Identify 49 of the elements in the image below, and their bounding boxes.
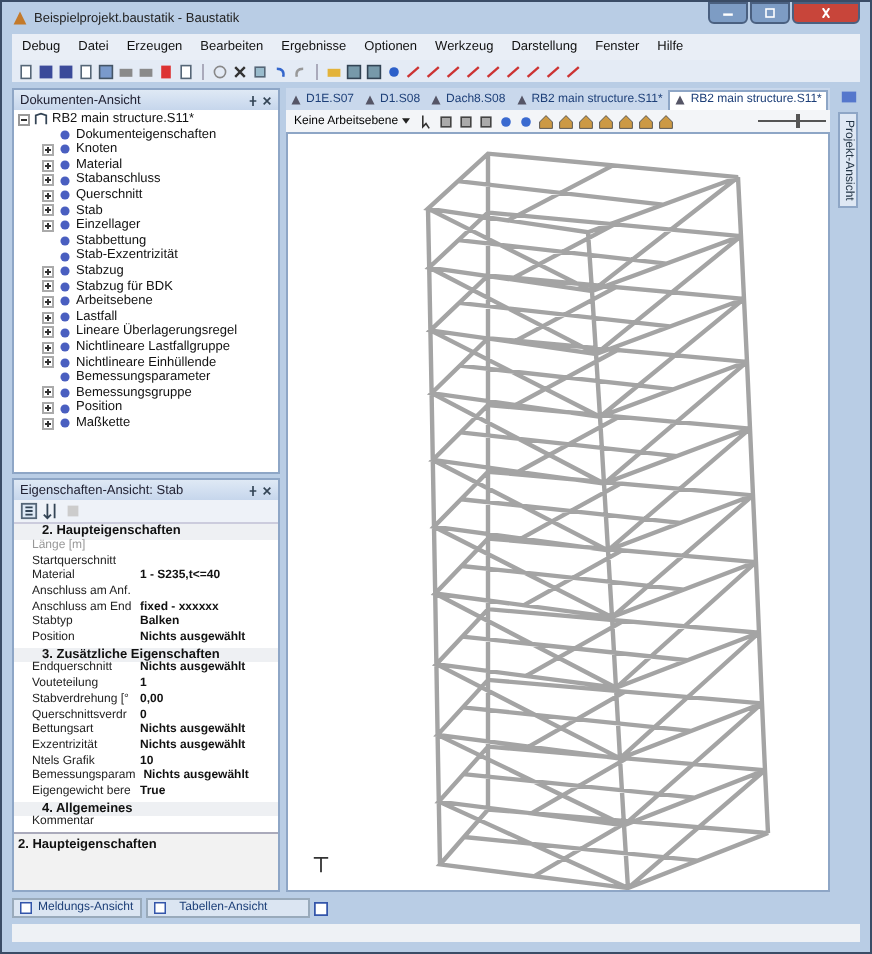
maximize-button[interactable] [750, 2, 790, 24]
pin-icon[interactable] [248, 485, 258, 496]
close-button[interactable] [792, 2, 860, 24]
expander[interactable] [42, 326, 54, 339]
frame-icon [34, 112, 48, 127]
doc-icon[interactable] [178, 63, 194, 79]
axis-icon [312, 856, 330, 874]
expander[interactable] [42, 143, 54, 156]
window-icon [20, 902, 32, 914]
expander[interactable] [42, 159, 54, 172]
expander[interactable] [42, 204, 54, 217]
expander[interactable] [42, 189, 54, 202]
maximize-icon [762, 8, 778, 18]
expander[interactable] [42, 402, 54, 415]
close-icon[interactable] [262, 485, 272, 496]
expander[interactable] [42, 417, 54, 430]
zoom-slider[interactable] [758, 113, 826, 129]
app-icon [12, 10, 28, 26]
expander[interactable] [42, 386, 54, 399]
minimize-button[interactable] [708, 2, 748, 24]
expander[interactable] [42, 265, 54, 278]
window-icon [153, 902, 166, 914]
close-icon[interactable] [262, 95, 272, 105]
expander[interactable] [42, 219, 54, 232]
expander[interactable] [42, 280, 54, 293]
doc-icon[interactable] [18, 63, 34, 79]
categorized-icon[interactable] [20, 502, 38, 521]
pin-icon[interactable] [248, 95, 258, 105]
triangle-icon [430, 93, 443, 105]
expander[interactable] [42, 356, 54, 369]
copy-icon[interactable] [252, 63, 268, 79]
triangle-icon [515, 93, 528, 105]
expander[interactable] [42, 174, 54, 187]
expander[interactable] [42, 295, 54, 308]
expander[interactable] [42, 311, 54, 324]
minimize-icon [720, 8, 736, 18]
triangle-icon [364, 93, 377, 105]
expander[interactable] [42, 341, 54, 354]
close-icon [818, 8, 834, 18]
cursor-icon[interactable] [418, 113, 435, 129]
triangle-icon [290, 93, 302, 105]
window-icon[interactable] [313, 901, 328, 915]
expander[interactable] [18, 113, 30, 126]
close-icon[interactable] [232, 63, 248, 79]
caret-icon [402, 118, 411, 124]
undo-icon[interactable] [272, 63, 288, 79]
doc-icon[interactable] [78, 63, 94, 79]
triangle-icon [674, 94, 687, 106]
sort-icon[interactable] [42, 502, 60, 521]
